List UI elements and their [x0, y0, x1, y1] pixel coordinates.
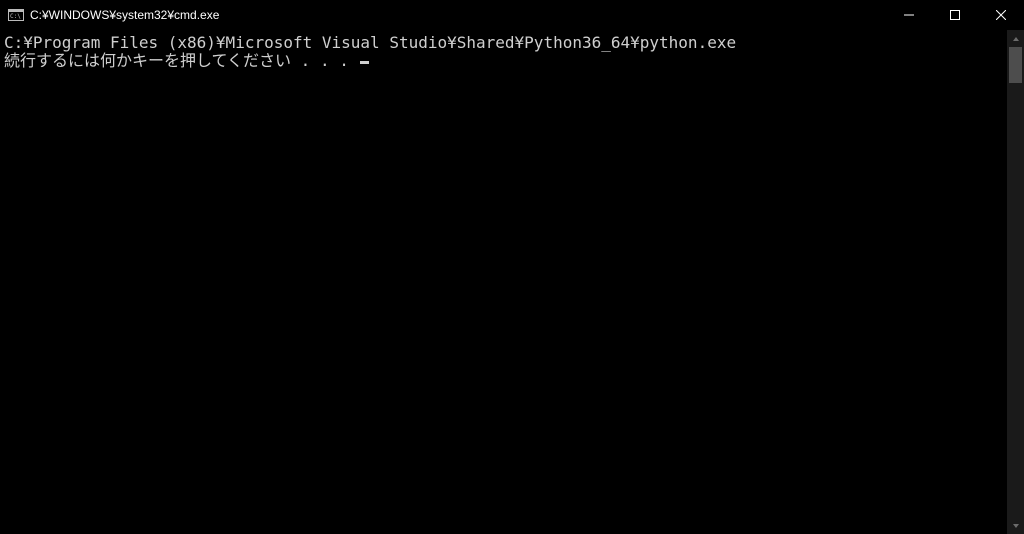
prompt-line: 続行するには何かキーを押してください . . .: [4, 52, 1007, 70]
maximize-button[interactable]: [932, 0, 978, 30]
svg-text:C:\: C:\: [10, 13, 21, 20]
terminal-output[interactable]: C:¥Program Files (x86)¥Microsoft Visual …: [0, 30, 1007, 534]
output-line: C:¥Program Files (x86)¥Microsoft Visual …: [4, 34, 1007, 52]
cmd-window: C:\ C:¥WINDOWS¥system32¥cmd.exe C:¥Progr…: [0, 0, 1024, 534]
prompt-text: 続行するには何かキーを押してください . . .: [4, 51, 358, 70]
scroll-up-button[interactable]: [1007, 30, 1024, 47]
scroll-thumb[interactable]: [1009, 47, 1022, 83]
cmd-icon: C:\: [8, 7, 24, 23]
vertical-scrollbar[interactable]: [1007, 30, 1024, 534]
close-button[interactable]: [978, 0, 1024, 30]
window-title: C:¥WINDOWS¥system32¥cmd.exe: [30, 8, 219, 22]
client-area: C:¥Program Files (x86)¥Microsoft Visual …: [0, 30, 1024, 534]
minimize-button[interactable]: [886, 0, 932, 30]
caption-buttons: [886, 0, 1024, 30]
scroll-down-button[interactable]: [1007, 517, 1024, 534]
scroll-track[interactable]: [1007, 47, 1024, 517]
title-bar[interactable]: C:\ C:¥WINDOWS¥system32¥cmd.exe: [0, 0, 1024, 30]
text-cursor: [360, 61, 369, 64]
